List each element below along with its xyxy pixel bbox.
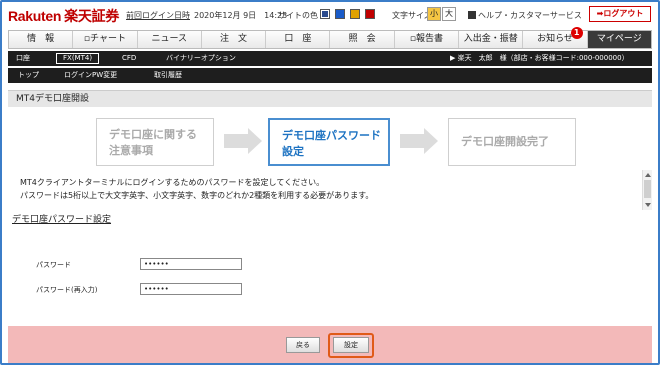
main-nav: 情 報 ▫チャート ニュース 注 文 口 座 照 会 ▫報告書 入出金・振替 お…	[8, 27, 652, 49]
subnav2-trade-history[interactable]: 取引履歴	[154, 68, 182, 83]
nav-mypage[interactable]: マイページ	[587, 31, 651, 48]
highlight-box	[328, 333, 374, 358]
nav-order[interactable]: 注 文	[202, 31, 267, 48]
subnav2-top[interactable]: トップ	[18, 68, 39, 83]
help-icon	[468, 11, 476, 19]
site-color-label: サイトの色	[278, 11, 318, 20]
sub-nav-2: トップ ログインPW変更 取引履歴	[8, 68, 652, 83]
help-label: ヘルプ・カスタマーサービス	[478, 11, 582, 20]
nav-notice[interactable]: お知らせ 1	[523, 27, 588, 48]
password-label: パスワード	[36, 261, 71, 269]
vertical-scrollbar[interactable]	[642, 170, 652, 210]
step-3: デモ口座開設完了	[448, 118, 576, 166]
step-1-line1: デモ口座に関する	[109, 128, 197, 141]
help-link[interactable]: ヘルプ・カスタマーサービス	[468, 10, 582, 21]
nav-report-label: 報告書	[415, 34, 443, 44]
nav-news[interactable]: ニュース	[138, 31, 202, 48]
site-color-swatch-3[interactable]	[350, 9, 360, 19]
site-color-swatch-1[interactable]	[320, 9, 330, 19]
nav-notice-label: お知らせ	[537, 34, 573, 44]
password-confirm-input[interactable]: ••••••	[140, 283, 242, 295]
font-small-button[interactable]: 小	[427, 7, 441, 21]
password-input[interactable]: ••••••	[140, 258, 242, 270]
top-header: Rakuten 楽天証券 前回ログイン日時 2020年12月 9日 14:23 サイ…	[2, 2, 658, 28]
subnav-fx-mt4[interactable]: FX(MT4)	[56, 53, 100, 64]
section-title: デモ口座パスワード設定	[12, 215, 112, 225]
swatch-fill	[322, 11, 328, 17]
nav-deposit[interactable]: 入出金・振替	[459, 31, 524, 48]
subnav-binary-option[interactable]: バイナリーオプション	[166, 51, 236, 66]
instructions: MT4クライアントターミナルにログインするためのパスワードを設定してください。 …	[20, 176, 373, 202]
font-large-button[interactable]: 大	[442, 7, 456, 21]
scroll-up-icon[interactable]	[645, 173, 651, 177]
nav-report[interactable]: ▫報告書	[395, 31, 460, 48]
rakuten-logo[interactable]: Rakuten 楽天証券	[8, 6, 119, 26]
step-1: デモ口座に関する 注意事項	[96, 118, 214, 166]
page-title: MT4デモ口座開設	[8, 90, 652, 107]
nav-chart[interactable]: ▫チャート	[73, 31, 138, 48]
back-button[interactable]: 戻る	[286, 337, 320, 353]
instructions-line1: MT4クライアントターミナルにログインするためのパスワードを設定してください。	[20, 178, 325, 187]
password-confirm-label: パスワード(再入力)	[36, 286, 98, 294]
step-3-line1: デモ口座開設完了	[461, 135, 549, 148]
logout-button[interactable]: ➡ログアウト	[589, 6, 651, 22]
nav-info[interactable]: 情 報	[9, 31, 74, 48]
step-1-line2: 注意事項	[109, 144, 153, 157]
subnav2-login-pw-change[interactable]: ログインPW変更	[64, 68, 117, 83]
logo-text-jp: 楽天証券	[64, 8, 119, 24]
step-2-line1: デモ口座パスワード	[282, 129, 381, 142]
nav-chart-label: チャート	[90, 34, 126, 44]
browser-frame: Rakuten 楽天証券 前回ログイン日時 2020年12月 9日 14:23 サイ…	[0, 0, 660, 365]
step-2-active: デモ口座パスワード 設定	[268, 118, 390, 166]
scroll-down-icon[interactable]	[645, 203, 651, 207]
sub-nav: 口座 FX(MT4) CFD バイナリーオプション ▶ 楽天 太郎 様（部店・お…	[8, 51, 652, 66]
nav-account[interactable]: 口 座	[266, 31, 331, 48]
nav-inquiry[interactable]: 照 会	[330, 31, 395, 48]
instructions-line2: パスワードは5桁以上で大文字英字、小文字英字、数字のどれか2種類を利用する必要が…	[20, 191, 374, 200]
last-login-label[interactable]: 前回ログイン日時	[126, 11, 190, 20]
notification-badge: 1	[570, 27, 583, 39]
site-color-swatch-2[interactable]	[335, 9, 345, 19]
last-login: 前回ログイン日時 2020年12月 9日 14:23	[126, 10, 287, 21]
user-info: ▶ 楽天 太郎 様（部店・お客様コード:000-000000）	[450, 54, 629, 62]
logo-text-en: Rakuten	[8, 8, 62, 24]
subnav-cfd[interactable]: CFD	[122, 51, 136, 66]
site-color-swatch-4[interactable]	[365, 9, 375, 19]
subnav-account[interactable]: 口座	[16, 51, 30, 66]
scroll-thumb[interactable]	[644, 180, 651, 198]
step-2-line2: 設定	[282, 145, 304, 158]
last-login-time: 2020年12月 9日 14:23	[194, 11, 288, 20]
font-size-label: 文字サイズ	[392, 11, 432, 20]
logout-label: ログアウト	[603, 9, 644, 18]
